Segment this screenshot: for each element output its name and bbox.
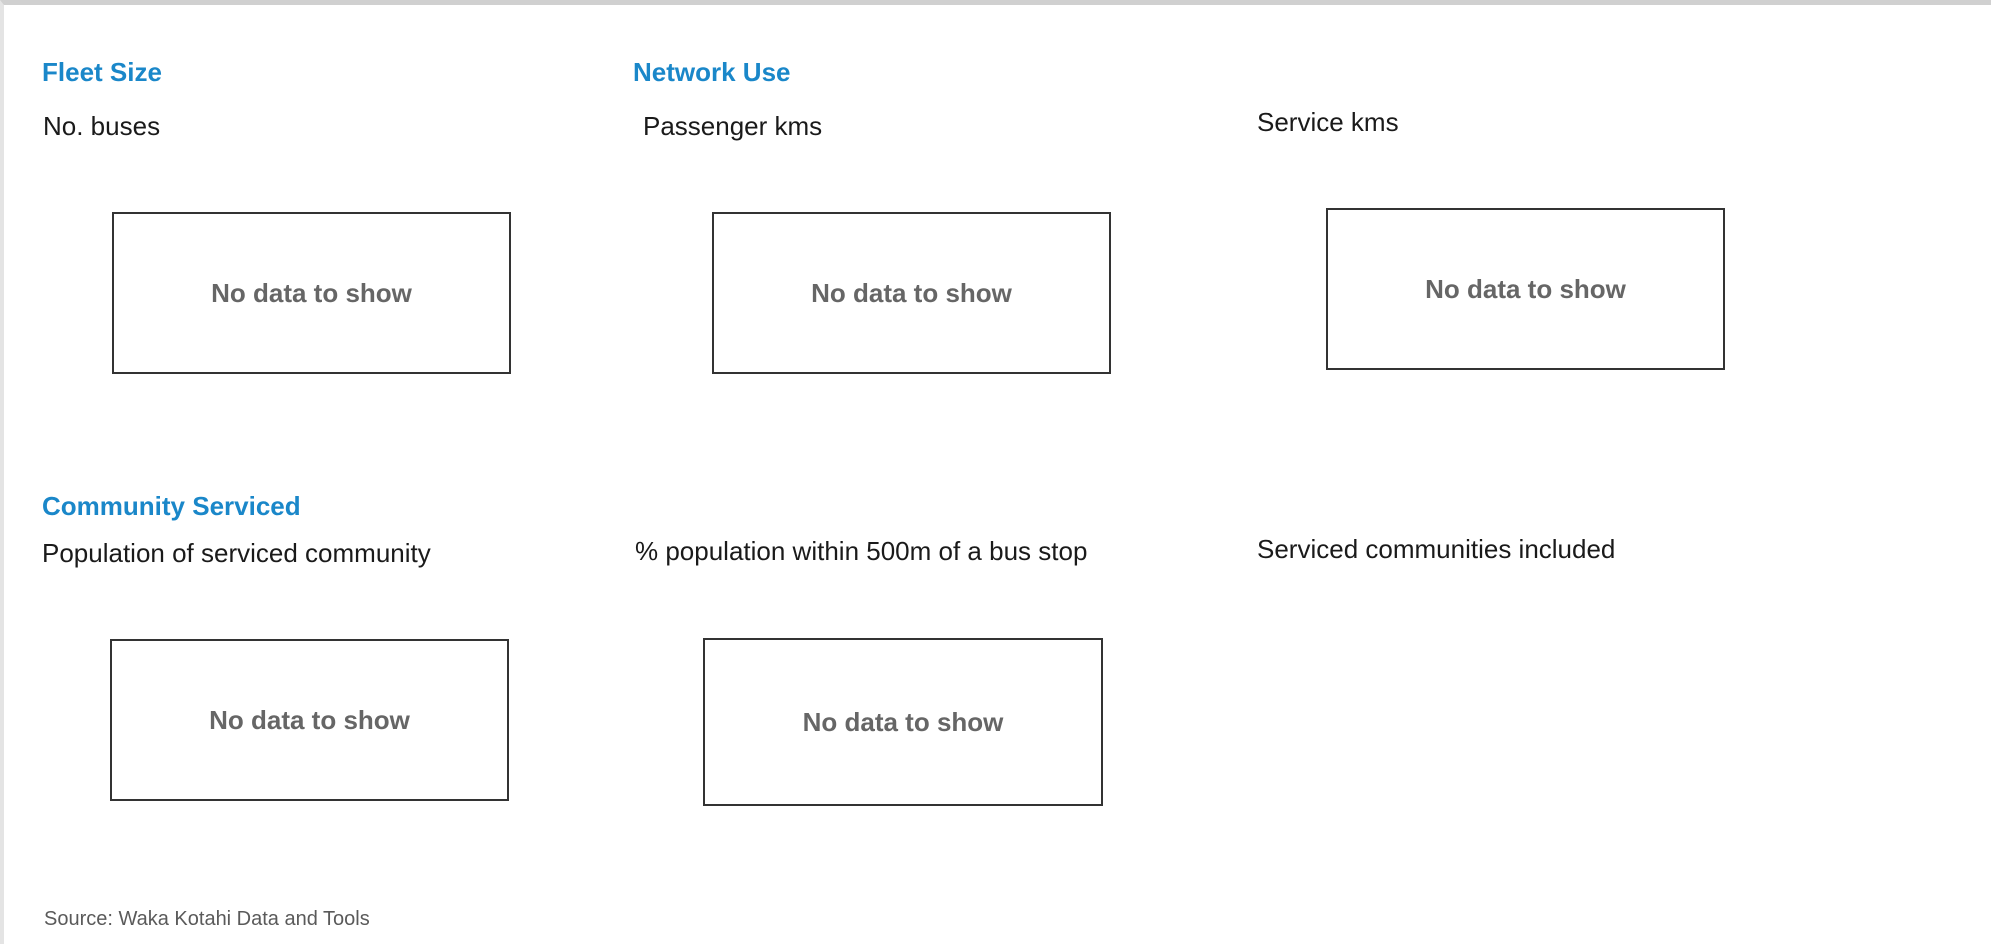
population-card: No data to show (110, 639, 509, 801)
passenger-kms-label: Passenger kms (643, 111, 823, 141)
communities-included-label: Serviced communities included (1257, 534, 1616, 564)
no-buses-card: No data to show (112, 212, 511, 374)
fleet-size-heading: Fleet Size (42, 57, 162, 87)
pct-population-card: No data to show (703, 638, 1103, 806)
service-kms-label: Service kms (1257, 107, 1399, 137)
dashboard-page: Fleet Size No. buses No data to show Net… (0, 0, 1991, 944)
community-serviced-heading: Community Serviced (42, 491, 301, 521)
population-label: Population of serviced community (42, 538, 431, 568)
service-kms-card: No data to show (1326, 208, 1725, 370)
no-data-message: No data to show (211, 277, 412, 308)
no-data-message: No data to show (209, 704, 410, 735)
no-buses-label: No. buses (43, 111, 161, 141)
pct-population-label: % population within 500m of a bus stop (635, 536, 1088, 566)
source-footnote: Source: Waka Kotahi Data and Tools (44, 908, 370, 930)
no-data-message: No data to show (802, 706, 1004, 737)
no-data-message: No data to show (1425, 273, 1626, 304)
no-data-message: No data to show (811, 277, 1012, 308)
network-use-heading: Network Use (633, 57, 791, 87)
passenger-kms-card: No data to show (712, 212, 1111, 374)
